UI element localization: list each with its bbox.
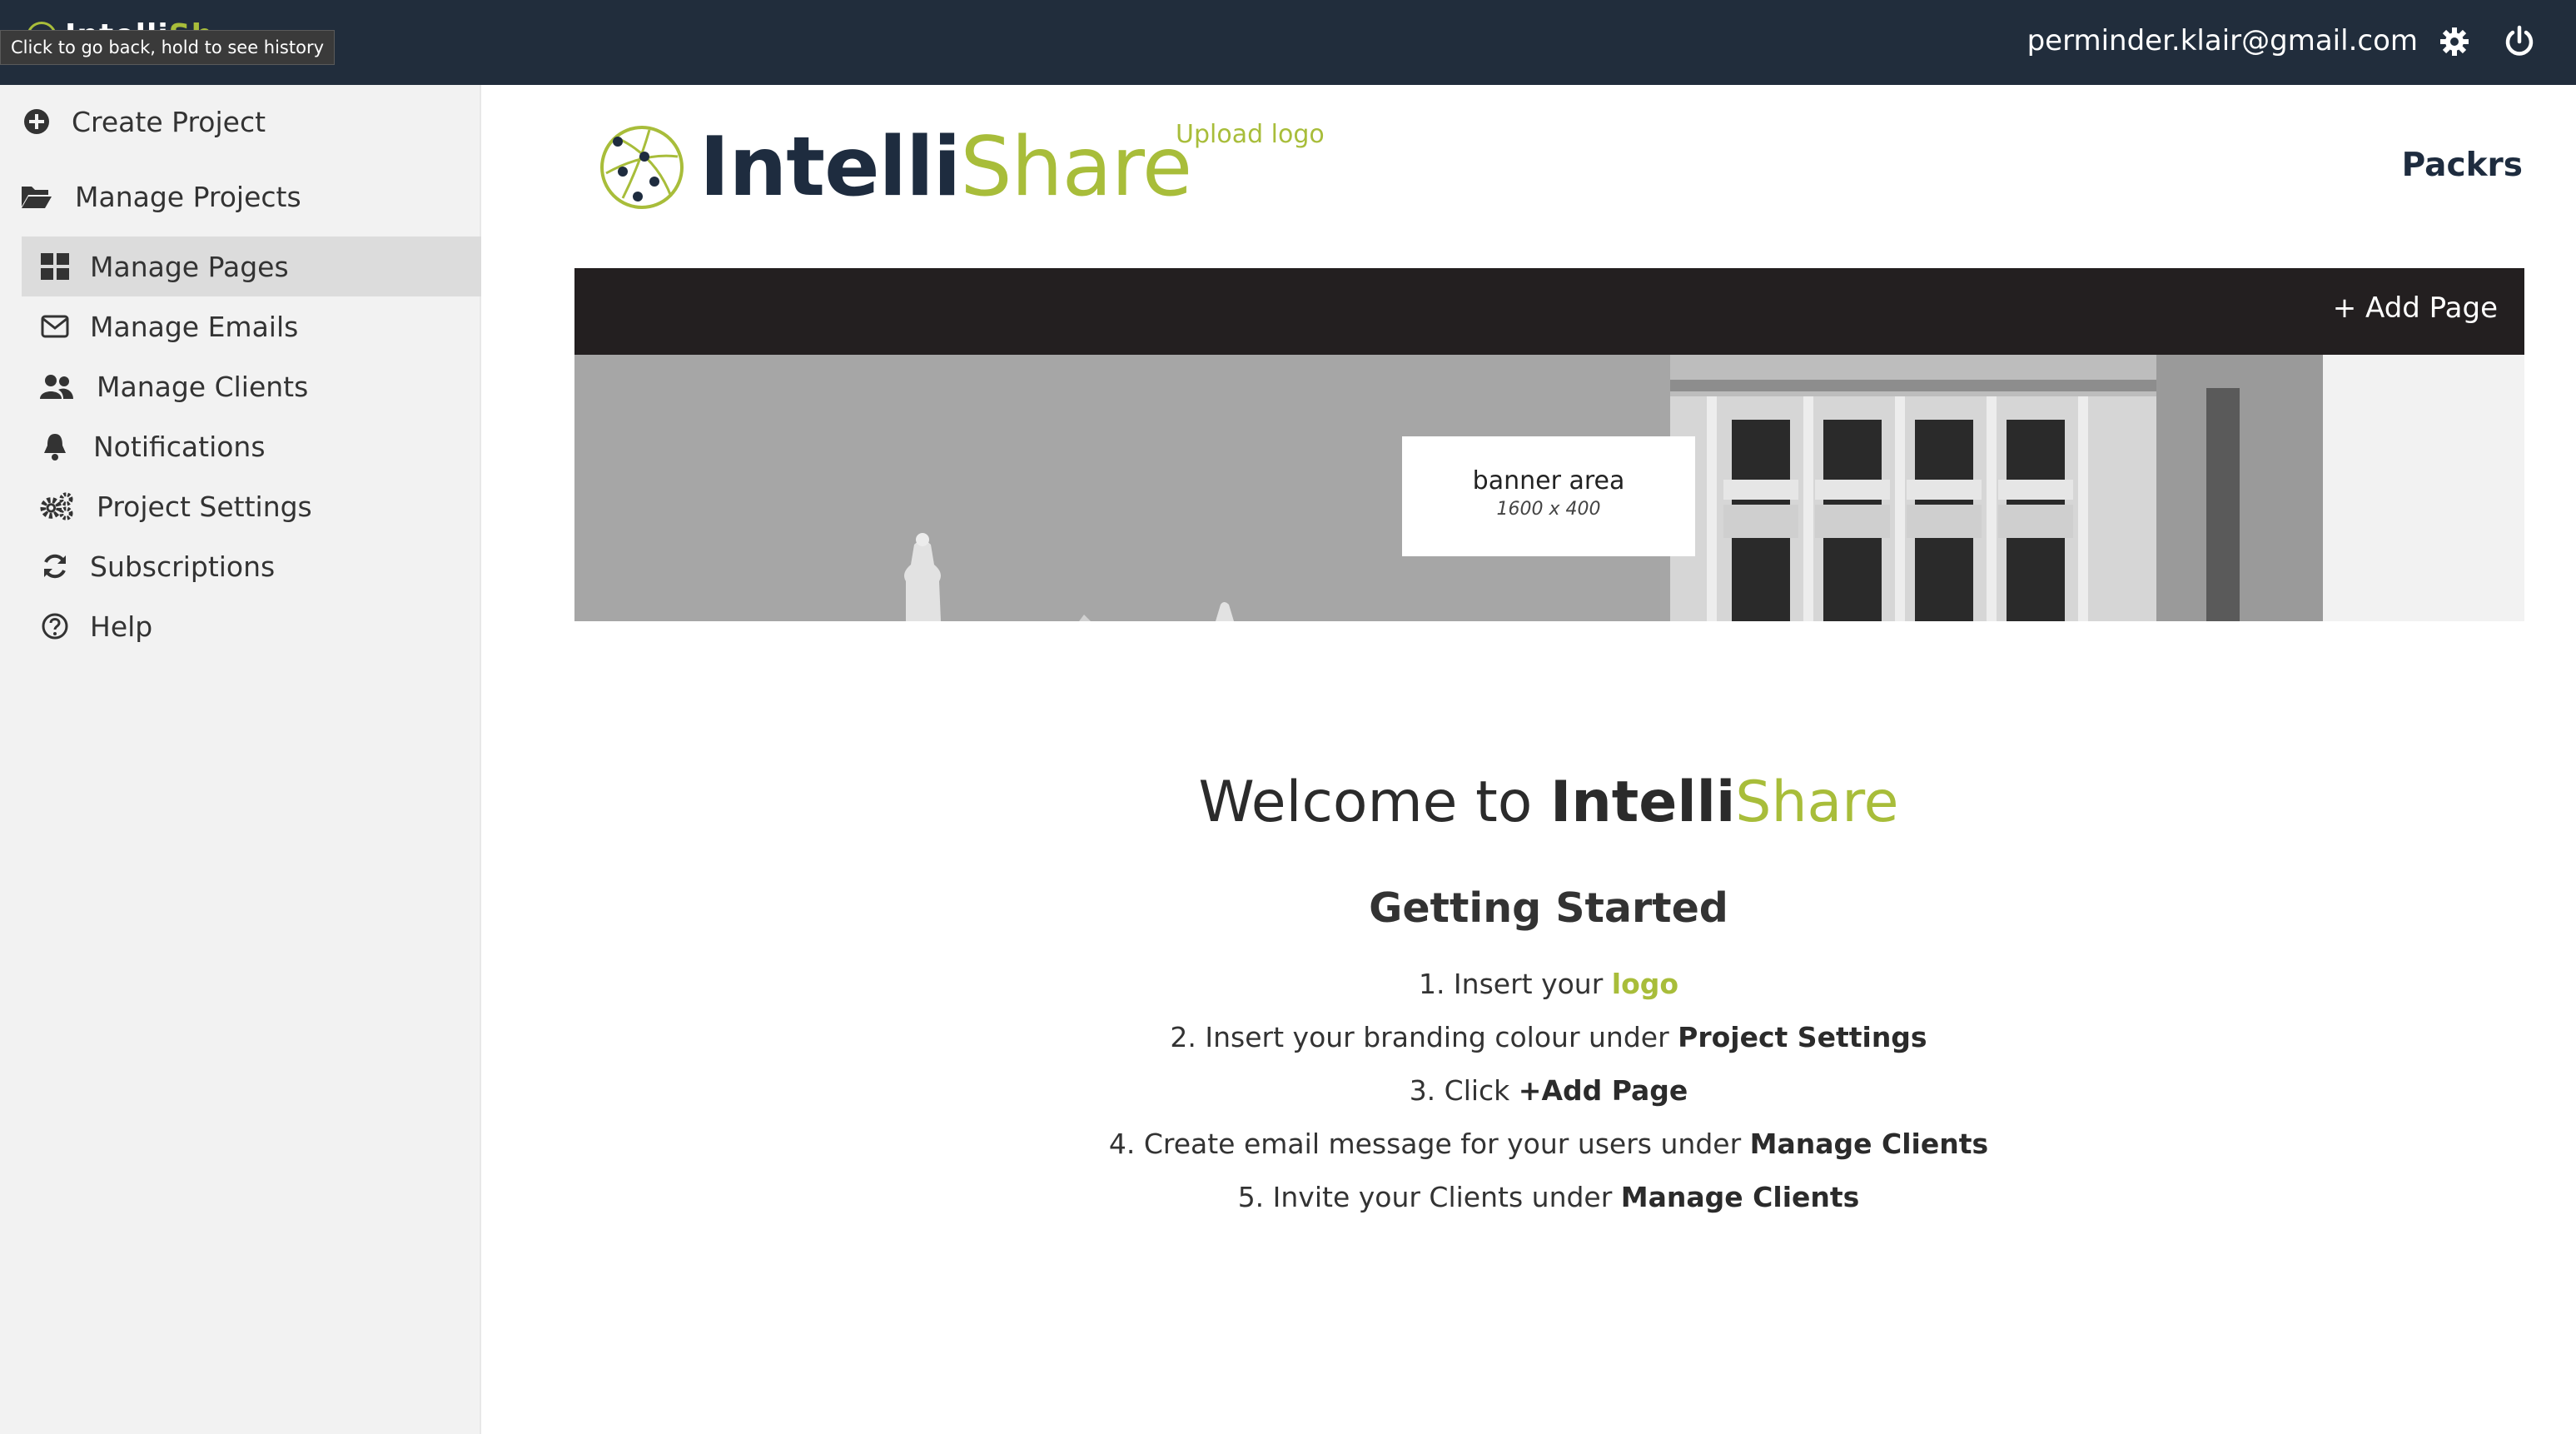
sidebar-item-label: Manage Pages xyxy=(90,250,289,283)
back-tooltip: Click to go back, hold to see history xyxy=(0,30,336,65)
sidebar-item-label: Manage Projects xyxy=(75,180,301,213)
sidebar-item-help[interactable]: Help xyxy=(0,596,481,656)
sidebar-item-create-project[interactable]: Create Project xyxy=(0,92,481,152)
banner-label: banner area xyxy=(1472,466,1625,495)
sidebar-item-label: Manage Emails xyxy=(90,310,299,343)
brand-name-part2: Share xyxy=(960,120,1192,215)
globe-icon xyxy=(598,123,686,212)
banner-size: 1600 x 400 xyxy=(1496,499,1601,520)
welcome-prefix: Welcome to xyxy=(1198,769,1551,835)
brand-logo: IntelliShare xyxy=(598,120,1192,220)
users-icon xyxy=(40,370,73,403)
sidebar-item-subscriptions[interactable]: Subscriptions xyxy=(0,536,481,596)
step-item: 5. Invite your Clients under Manage Clie… xyxy=(1237,1181,1860,1213)
sidebar-item-label: Notifications xyxy=(93,430,266,463)
getting-started-heading: Getting Started xyxy=(1369,884,1728,932)
sidebar-item-label: Project Settings xyxy=(97,490,312,523)
sidebar-item-manage-clients[interactable]: Manage Clients xyxy=(0,356,481,416)
logo-link[interactable]: logo xyxy=(1612,968,1678,1000)
user-email[interactable]: perminder.klair@gmail.com xyxy=(2027,22,2418,60)
sidebar-item-notifications[interactable]: Notifications xyxy=(0,416,481,476)
cogs-icon xyxy=(40,490,73,523)
step-item: 3. Click +Add Page xyxy=(1409,1074,1688,1107)
sidebar-item-label: Help xyxy=(90,610,153,643)
sidebar-item-label: Manage Clients xyxy=(97,370,309,403)
banner-placeholder: banner area 1600 x 400 xyxy=(1402,436,1695,556)
add-page-button[interactable]: + Add Page xyxy=(2333,291,2498,325)
step-item: 1. Insert your logo xyxy=(1418,968,1679,1000)
gear-icon[interactable] xyxy=(2438,25,2471,58)
sidebar-item-project-settings[interactable]: Project Settings xyxy=(0,476,481,536)
upload-logo-link[interactable]: Upload logo xyxy=(1176,120,1325,149)
top-navbar: IntelliSh Click to go back, hold to see … xyxy=(0,0,2576,85)
project-name: Packrs xyxy=(2401,147,2523,184)
banner-area[interactable]: banner area 1600 x 400 xyxy=(574,355,2524,621)
sidebar-item-label: Subscriptions xyxy=(90,550,276,583)
sidebar-item-label: Create Project xyxy=(72,105,266,138)
welcome-brand-part2: Share xyxy=(1735,769,1899,835)
brand-name-part1: Intelli xyxy=(699,120,961,215)
envelope-icon xyxy=(38,310,72,343)
plus-circle-icon xyxy=(20,105,53,138)
grid-icon xyxy=(38,250,72,283)
welcome-brand-part1: Intelli xyxy=(1550,769,1736,835)
question-circle-icon xyxy=(38,610,72,643)
sidebar-item-manage-pages[interactable]: Manage Pages xyxy=(22,237,481,296)
bell-icon xyxy=(38,430,72,463)
sidebar-item-manage-emails[interactable]: Manage Emails xyxy=(0,296,481,356)
sidebar-item-manage-projects[interactable]: Manage Projects xyxy=(0,167,481,227)
power-icon[interactable] xyxy=(2501,23,2538,60)
refresh-icon xyxy=(38,550,72,583)
folder-open-icon xyxy=(20,180,53,213)
welcome-heading: Welcome to IntelliShare xyxy=(0,769,2576,835)
step-item: 4. Create email message for your users u… xyxy=(1108,1128,1989,1160)
sidebar: Create Project Manage Projects Manage Pa… xyxy=(0,85,481,1434)
page-bar: + Add Page xyxy=(574,268,2524,355)
step-item: 2. Insert your branding colour under Pro… xyxy=(1170,1021,1927,1053)
